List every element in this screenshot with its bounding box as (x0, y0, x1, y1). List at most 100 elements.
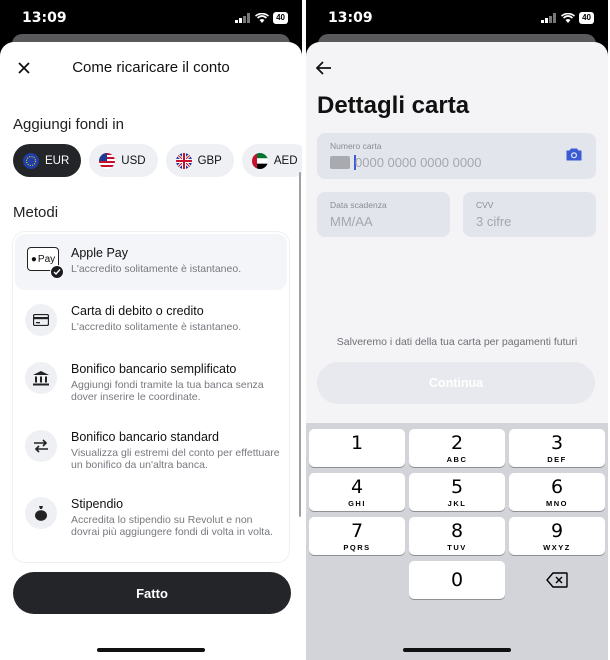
key-letters: PQRS (343, 543, 371, 552)
method-card[interactable]: Carta di debito o credito L'accredito so… (13, 292, 289, 348)
field-label: CVV (476, 200, 494, 210)
funds-section-label: Aggiungi fondi in (13, 116, 124, 133)
key-9[interactable]: 9 WXYZ (509, 517, 605, 555)
key-6[interactable]: 6 MNO (509, 473, 605, 511)
key-digit: 1 (350, 432, 364, 454)
currency-chip-gbp[interactable]: GBP (165, 144, 234, 177)
status-icons: 40 (235, 12, 288, 24)
battery-icon: 40 (579, 12, 594, 24)
method-desc: Visualizza gli estremi del conto per eff… (71, 447, 280, 471)
key-letters: GHI (348, 499, 366, 508)
cvv-field[interactable]: CVV 3 cifre (463, 192, 596, 237)
status-icons: 40 (541, 12, 594, 24)
selected-check-icon (50, 265, 64, 279)
page-title: Dettagli carta (317, 92, 470, 119)
key-digit: 8 (450, 520, 464, 542)
method-name: Bonifico bancario standard (71, 430, 220, 444)
card-details-sheet: Dettagli carta Numero carta 0000 0000 00… (306, 42, 608, 660)
card-icon (25, 304, 57, 336)
key-letters: WXYZ (543, 543, 571, 552)
wifi-icon (561, 13, 576, 23)
card-number-field[interactable]: Numero carta 0000 0000 0000 0000 (317, 133, 596, 179)
method-apple-pay[interactable]: ● Pay Apple Pay L'accredito solitamente è… (15, 234, 287, 290)
field-label: Data scadenza (330, 200, 387, 210)
currency-code: USD (121, 154, 146, 167)
key-2[interactable]: 2 ABC (409, 429, 505, 467)
card-icon (330, 156, 350, 169)
save-card-note: Salveremo i dati della tua carta per pag… (336, 336, 578, 348)
currency-chip-eur[interactable]: EUR (13, 144, 82, 177)
key-digit: 5 (450, 476, 464, 498)
signal-icon (541, 13, 557, 23)
method-name: Stipendio (71, 497, 124, 511)
cvv-placeholder: 3 cifre (476, 214, 512, 229)
method-bank-simplified[interactable]: Bonifico bancario semplificato Aggiungi … (13, 350, 289, 406)
sheet-title: Come ricaricare il conto (72, 59, 230, 76)
key-3[interactable]: 3 DEF (509, 429, 605, 467)
back-button[interactable] (316, 58, 336, 78)
method-bank-standard[interactable]: Bonifico bancario standard Visualizza gl… (13, 418, 289, 474)
currency-code: EUR (45, 154, 70, 167)
field-label: Numero carta (330, 141, 382, 151)
uae-flag-icon (251, 152, 268, 169)
numeric-keyboard: 1 2 ABC 3 DEF 4 GHI 5 JKL 6 MNO 7 PQRS 8 TUV 9W… (306, 423, 608, 660)
expiry-field[interactable]: Data scadenza MM/AA (317, 192, 450, 237)
method-name: Bonifico bancario semplificato (71, 362, 237, 376)
method-desc: Aggiungi fondi tramite la tua banca senz… (71, 379, 264, 403)
method-salary[interactable]: Stipendio Accredita lo stipendio su Revo… (13, 485, 289, 541)
eu-flag-icon (23, 152, 39, 169)
key-digit: 4 (350, 476, 364, 498)
money-bag-icon (25, 497, 57, 529)
status-time: 13:09 (328, 10, 373, 26)
back-arrow-icon (316, 61, 331, 75)
uk-flag-icon (175, 152, 192, 169)
key-digit: 6 (550, 476, 564, 498)
key-digit: 7 (350, 520, 364, 542)
method-name: Apple Pay (71, 246, 128, 260)
key-letters: JKL (447, 499, 467, 508)
right-screen: 13:09 40 Dettagli carta Numero carta 000… (306, 0, 608, 660)
key-digit: 2 (450, 432, 464, 454)
key-letters: MNO (546, 499, 568, 508)
status-bar: 13:09 40 (306, 0, 608, 36)
home-indicator (97, 648, 205, 652)
methods-section-label: Metodi (13, 204, 59, 221)
methods-list: ● Pay Apple Pay L'accredito solitamente è… (13, 232, 289, 562)
method-name: Carta di debito o credito (71, 304, 204, 318)
currency-code: AED (273, 154, 298, 167)
bank-icon (25, 362, 57, 394)
camera-icon[interactable] (566, 148, 582, 166)
key-letters: ABC (446, 455, 468, 464)
backspace-icon (546, 572, 568, 588)
currency-chip-usd[interactable]: USD (89, 144, 158, 177)
method-desc: Accredita lo stipendio su Revolut e non … (71, 514, 273, 538)
scrollbar[interactable] (299, 172, 301, 517)
currency-chip-aed[interactable]: AED (241, 144, 302, 177)
key-digit: 0 (450, 569, 464, 591)
delete-key[interactable] (509, 561, 605, 599)
continue-button[interactable]: Continua (317, 362, 595, 404)
key-7[interactable]: 7 PQRS (309, 517, 405, 555)
apple-pay-mark: Pay (37, 253, 56, 265)
us-flag-icon (99, 152, 116, 169)
method-desc: L'accredito solitamente è istantaneo. (71, 263, 242, 275)
key-letters: DEF (547, 455, 567, 464)
key-4[interactable]: 4 GHI (309, 473, 405, 511)
currency-chips: EUR USD GBP AED (13, 144, 302, 177)
status-time: 13:09 (22, 10, 67, 26)
key-letters: TUV (447, 543, 467, 552)
key-1[interactable]: 1 (309, 429, 405, 467)
key-8[interactable]: 8 TUV (409, 517, 505, 555)
expiry-placeholder: MM/AA (330, 214, 373, 229)
key-0[interactable]: 0 (409, 561, 505, 599)
transfer-arrows-icon (25, 430, 57, 462)
left-screen: 13:09 40 Come ricaricare il conto Aggiun… (0, 0, 302, 660)
currency-code: GBP (197, 154, 222, 167)
key-digit: 9 (550, 520, 564, 542)
done-button[interactable]: Fatto (13, 572, 291, 614)
key-5[interactable]: 5 JKL (409, 473, 505, 511)
key-digit: 3 (550, 432, 564, 454)
home-indicator (403, 648, 511, 652)
signal-icon (235, 13, 251, 23)
method-desc: L'accredito solitamente è istantaneo. (71, 321, 242, 333)
